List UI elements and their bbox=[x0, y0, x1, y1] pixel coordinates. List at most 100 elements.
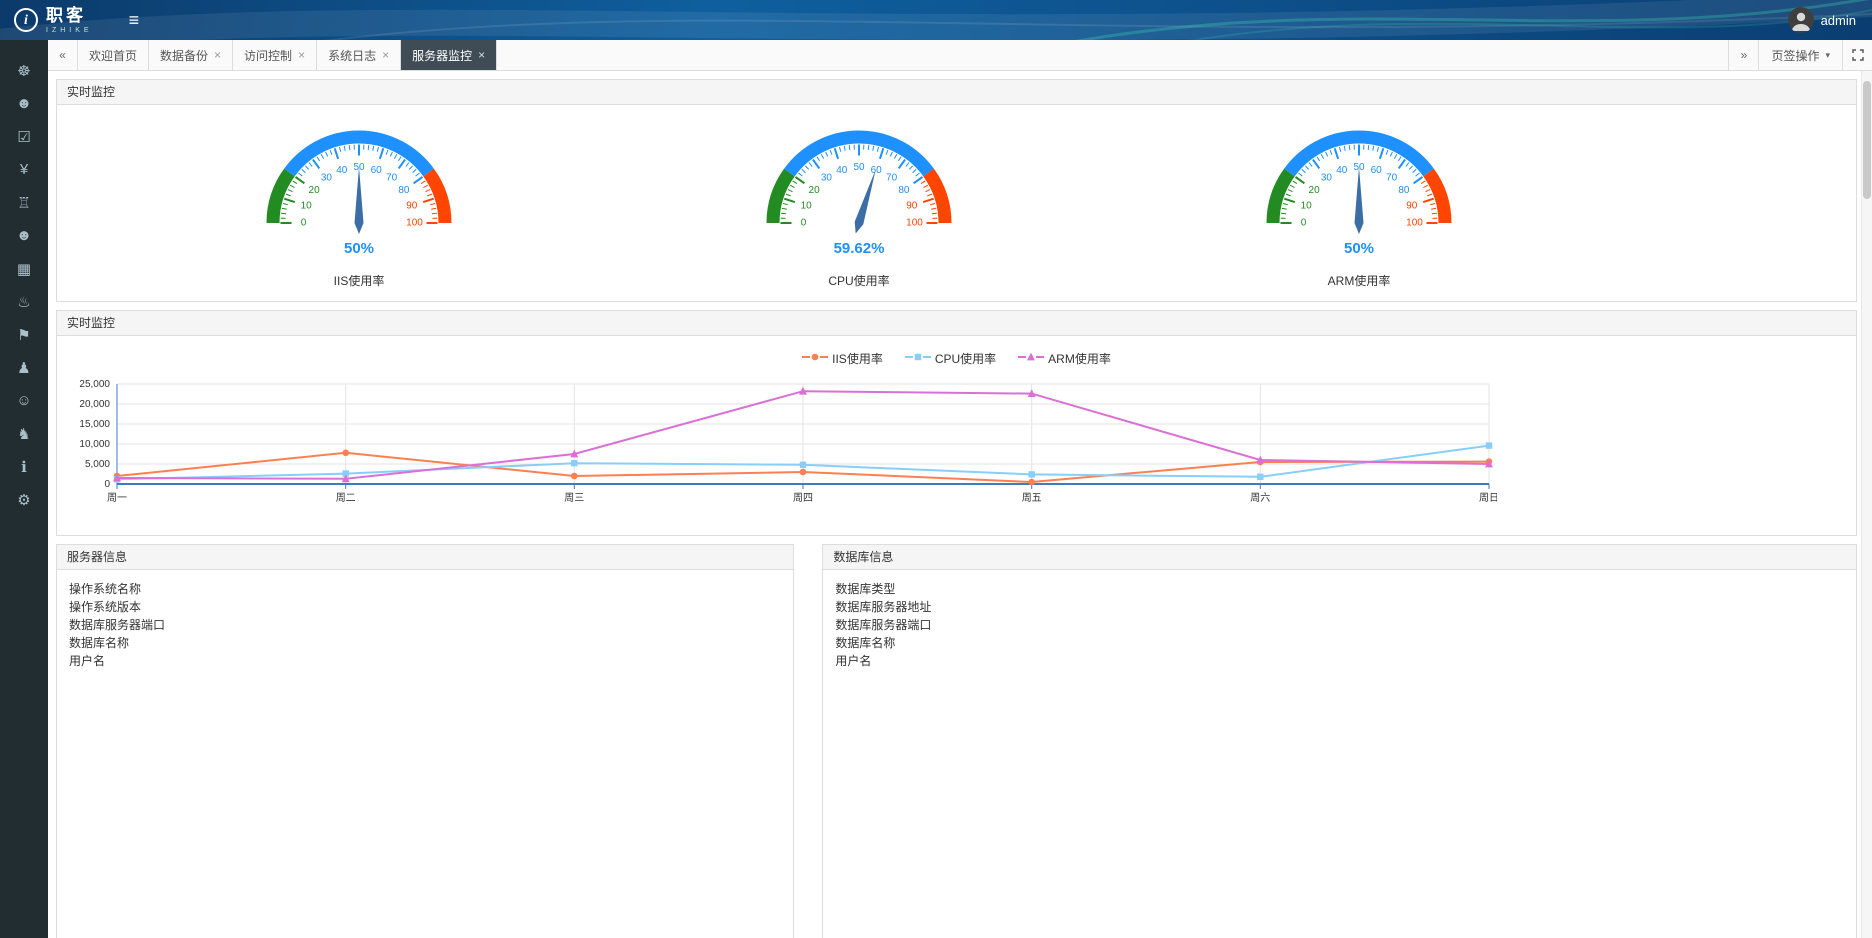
server-info-panel: 服务器信息 操作系统名称操作系统版本数据库服务器端口数据库名称用户名 bbox=[56, 544, 794, 938]
gauge-caption: CPU使用率 bbox=[828, 272, 889, 289]
finance-icon[interactable]: ¥ bbox=[0, 153, 48, 186]
svg-text:5,000: 5,000 bbox=[85, 459, 110, 470]
caret-down-icon: ▾ bbox=[1825, 50, 1830, 61]
tab-close-icon[interactable]: × bbox=[298, 48, 305, 62]
member-icon[interactable]: ♟ bbox=[0, 351, 48, 384]
organization-icon[interactable]: ▦ bbox=[0, 252, 48, 285]
sidebar-nav: ☸☻☑¥♖☻▦♨⚑♟☺♞ℹ⚙ bbox=[0, 40, 48, 938]
gauge-value: 59.62% bbox=[834, 240, 885, 257]
tab-bar: « 欢迎首页数据备份×访问控制×系统日志×服务器监控× » 页签操作 ▾ bbox=[48, 40, 1872, 71]
gauge-chart: 010203040506070809010050% bbox=[249, 107, 469, 259]
tab-1[interactable]: 欢迎首页 bbox=[78, 40, 149, 70]
settings-icon[interactable]: ⚙ bbox=[0, 483, 48, 516]
users-icon[interactable]: ☻ bbox=[0, 87, 48, 120]
tab-2[interactable]: 数据备份 × bbox=[149, 40, 233, 70]
gauge-value: 50% bbox=[1344, 240, 1374, 257]
tab-3[interactable]: 访问控制× bbox=[233, 40, 317, 70]
info-panels-row: 服务器信息 操作系统名称操作系统版本数据库服务器端口数据库名称用户名 数据库信息… bbox=[56, 544, 1857, 938]
svg-text:90: 90 bbox=[1406, 200, 1418, 211]
info-item: 操作系统名称 bbox=[69, 580, 781, 598]
tabs-scroll-left-button[interactable]: « bbox=[48, 40, 78, 70]
legend-item-1[interactable]: IIS使用率 bbox=[802, 350, 883, 367]
gauge-1: 010203040506070809010050%IIS使用率 bbox=[109, 105, 609, 301]
gauges-panel-title: 实时监控 bbox=[57, 80, 1856, 105]
svg-text:25,000: 25,000 bbox=[79, 379, 110, 390]
brand-logo-icon: i bbox=[14, 8, 38, 32]
svg-text:90: 90 bbox=[406, 200, 418, 211]
user-avatar[interactable] bbox=[1788, 7, 1814, 33]
legend-item-2[interactable]: CPU使用率 bbox=[905, 350, 996, 367]
tab-label: 数据备份 bbox=[160, 47, 208, 64]
main-content: 实时监控 010203040506070809010050%IIS使用率0102… bbox=[48, 71, 1861, 938]
fullscreen-button[interactable] bbox=[1842, 40, 1872, 70]
tabbar-spacer bbox=[497, 40, 1728, 70]
legend-marker-icon bbox=[1018, 351, 1044, 365]
tab-close-icon[interactable]: × bbox=[382, 48, 389, 62]
svg-text:0: 0 bbox=[104, 479, 110, 490]
info-item: 数据库类型 bbox=[835, 580, 1844, 598]
tasks-icon[interactable]: ☑ bbox=[0, 120, 48, 153]
info-item: 数据库服务器端口 bbox=[69, 616, 781, 634]
svg-text:40: 40 bbox=[1336, 165, 1348, 176]
gauge-2: 010203040506070809010059.62%CPU使用率 bbox=[609, 105, 1109, 301]
scrollbar[interactable] bbox=[1861, 71, 1872, 938]
profile-icon[interactable]: ☺ bbox=[0, 384, 48, 417]
tab-4[interactable]: 系统日志 × bbox=[317, 40, 401, 70]
legend-label: ARM使用率 bbox=[1048, 350, 1111, 367]
fullscreen-icon bbox=[1852, 49, 1864, 61]
info-item: 用户名 bbox=[835, 652, 1844, 670]
svg-text:30: 30 bbox=[821, 173, 833, 184]
info-item: 用户名 bbox=[69, 652, 781, 670]
svg-text:周五: 周五 bbox=[1022, 492, 1042, 504]
gauge-chart: 010203040506070809010050% bbox=[1249, 107, 1469, 259]
svg-text:100: 100 bbox=[1406, 218, 1423, 229]
brand-title: 职客 bbox=[46, 7, 93, 24]
legend-label: IIS使用率 bbox=[832, 350, 883, 367]
tab-close-icon[interactable]: × bbox=[214, 48, 221, 62]
svg-text:90: 90 bbox=[906, 200, 918, 211]
info-item: 操作系统版本 bbox=[69, 598, 781, 616]
team-icon[interactable]: ☻ bbox=[0, 219, 48, 252]
monitor-icon[interactable]: ♨ bbox=[0, 285, 48, 318]
svg-text:100: 100 bbox=[406, 218, 423, 229]
tab-label: 欢迎首页 bbox=[89, 47, 137, 64]
svg-text:周二: 周二 bbox=[336, 492, 356, 504]
info-item: 数据库服务器地址 bbox=[835, 598, 1844, 616]
navbar-user-area: admin bbox=[1788, 7, 1872, 33]
tab-close-icon[interactable]: × bbox=[478, 48, 485, 62]
share-icon[interactable]: ☸ bbox=[0, 54, 48, 87]
tabs-scroll-right-button[interactable]: » bbox=[1728, 40, 1758, 70]
svg-text:100: 100 bbox=[906, 218, 923, 229]
brand-logo[interactable]: i 职客 IZHIKE bbox=[0, 7, 107, 34]
tab-5[interactable]: 服务器监控 × bbox=[401, 40, 497, 70]
tab-operations-dropdown[interactable]: 页签操作 ▾ bbox=[1758, 40, 1842, 70]
svg-text:80: 80 bbox=[898, 185, 910, 196]
svg-text:40: 40 bbox=[836, 165, 848, 176]
gauge-value: 50% bbox=[344, 240, 374, 257]
brand-subtitle: IZHIKE bbox=[46, 27, 93, 34]
svg-text:10: 10 bbox=[1301, 200, 1313, 211]
svg-text:周一: 周一 bbox=[107, 492, 127, 504]
sitemap-icon[interactable]: ♞ bbox=[0, 417, 48, 450]
legend-label: CPU使用率 bbox=[935, 350, 996, 367]
training-icon[interactable]: ⚑ bbox=[0, 318, 48, 351]
svg-text:40: 40 bbox=[336, 165, 348, 176]
line-chart-panel-title: 实时监控 bbox=[57, 311, 1856, 336]
server-info-title: 服务器信息 bbox=[57, 545, 793, 570]
svg-text:30: 30 bbox=[1321, 173, 1333, 184]
bank-icon[interactable]: ♖ bbox=[0, 186, 48, 219]
svg-text:80: 80 bbox=[1398, 185, 1410, 196]
svg-text:60: 60 bbox=[371, 165, 383, 176]
gauges-panel: 实时监控 010203040506070809010050%IIS使用率0102… bbox=[56, 79, 1857, 302]
svg-text:10: 10 bbox=[801, 200, 813, 211]
tab-label: 服务器监控 bbox=[412, 47, 472, 64]
info-icon[interactable]: ℹ bbox=[0, 450, 48, 483]
username-label[interactable]: admin bbox=[1821, 13, 1856, 28]
gauge-chart: 010203040506070809010059.62% bbox=[749, 107, 969, 259]
scrollbar-thumb[interactable] bbox=[1863, 81, 1871, 199]
svg-text:0: 0 bbox=[1301, 218, 1307, 229]
tab-label: 系统日志 bbox=[328, 47, 376, 64]
svg-text:30: 30 bbox=[321, 173, 333, 184]
menu-toggle-icon[interactable]: ≡ bbox=[129, 10, 140, 31]
legend-item-3[interactable]: ARM使用率 bbox=[1018, 350, 1111, 367]
